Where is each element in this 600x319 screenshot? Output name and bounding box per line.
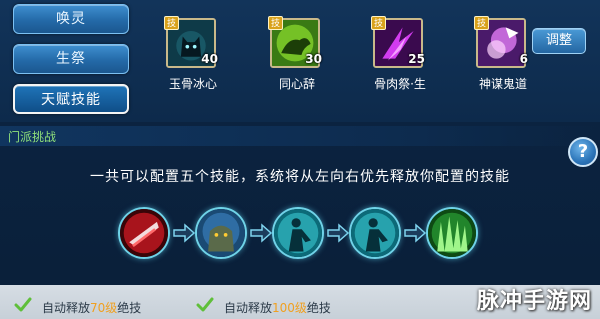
section-title: 门派挑战: [8, 130, 57, 144]
skill-badge: 技: [474, 16, 489, 30]
adjust-button[interactable]: 调整: [532, 28, 586, 54]
help-icon[interactable]: ?: [568, 137, 598, 167]
stone-golem-icon[interactable]: [195, 207, 247, 259]
nav-talent-skills-button[interactable]: 天赋技能: [13, 84, 129, 114]
arrow-icon: [404, 223, 427, 243]
red-slash-icon[interactable]: [118, 207, 170, 259]
auto-release-label: 自动释放70级绝技: [42, 301, 142, 315]
arrow-icon: [173, 223, 196, 243]
skill-name: 玉骨冰心: [168, 77, 217, 91]
green-spikes-icon[interactable]: [426, 207, 478, 259]
skill-slot-2[interactable]: 技 30 同心辞: [260, 12, 344, 92]
skill-badge: 技: [268, 16, 283, 30]
skill-name: 骨肉祭·生: [374, 77, 426, 91]
skill-slot-3[interactable]: 技 25 骨肉祭·生: [363, 12, 447, 92]
arrow-icon: [250, 223, 273, 243]
check-icon: [196, 297, 214, 312]
challenge-section-header: 门派挑战: [0, 126, 600, 146]
skill-level: 25: [408, 52, 425, 66]
hint-text: 一共可以配置五个技能，系统将从左向右优先释放你配置的技能: [90, 169, 510, 185]
skill-name: 神谋鬼道: [478, 77, 527, 91]
skill-level: 30: [305, 52, 322, 66]
skill-level: 40: [201, 52, 218, 66]
nav-summon-button[interactable]: 唤灵: [13, 4, 129, 34]
shadow-figure-icon[interactable]: [272, 207, 324, 259]
auto-release-70-option[interactable]: 自动释放70级绝技: [14, 296, 184, 316]
skill-badge: 技: [164, 16, 179, 30]
check-icon: [14, 297, 32, 312]
arrow-icon: [327, 223, 350, 243]
auto-release-100-option[interactable]: 自动释放100级绝技: [196, 296, 376, 316]
auto-release-label: 自动释放100级绝技: [224, 301, 331, 315]
skill-level: 6: [519, 52, 528, 66]
nav-sacrifice-button[interactable]: 生祭: [13, 44, 129, 74]
site-watermark: 脉冲手游网: [476, 289, 592, 314]
skill-badge: 技: [371, 16, 386, 30]
skill-slot-1[interactable]: 技 40 玉骨冰心: [156, 12, 240, 92]
shadow-figure-icon[interactable]: [349, 207, 401, 259]
skill-name: 同心辞: [278, 77, 315, 91]
